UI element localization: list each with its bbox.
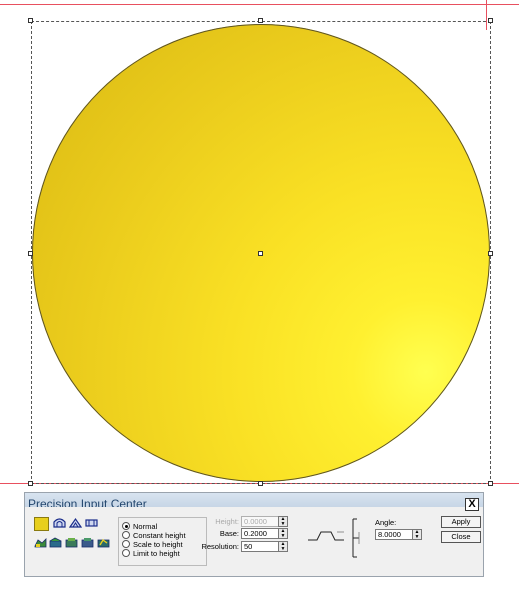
- resize-handle-top-right[interactable]: [488, 18, 493, 23]
- cross-section-profile-icon: [308, 531, 344, 541]
- angle-field[interactable]: 8.0000: [375, 529, 413, 540]
- height-scale-icon: [352, 518, 360, 558]
- replace-icon[interactable]: [97, 537, 110, 548]
- subtract-icon[interactable]: [81, 537, 94, 548]
- close-icon[interactable]: X: [465, 498, 479, 511]
- height-mode-group: Normal Constant height Scale to height L…: [118, 517, 207, 566]
- center-handle[interactable]: [258, 251, 263, 256]
- merge-high-icon[interactable]: [34, 537, 47, 548]
- mode-limit-to-height[interactable]: Limit to height: [122, 549, 180, 558]
- guide-line-top: [0, 4, 519, 5]
- radio-scale-to-height[interactable]: [122, 540, 130, 549]
- add-icon[interactable]: [65, 537, 78, 548]
- resolution-spinner[interactable]: ▲ ▼: [278, 541, 288, 552]
- angle-label: Angle:: [375, 518, 397, 527]
- angle-spinner[interactable]: ▲ ▼: [412, 529, 422, 540]
- color-swatch[interactable]: [34, 517, 49, 531]
- radio-constant-height[interactable]: [122, 531, 130, 540]
- panel-title: Precision Input Center: [28, 497, 147, 507]
- dome-icon[interactable]: [53, 517, 66, 528]
- base-spinner[interactable]: ▲ ▼: [278, 528, 288, 539]
- mode-normal[interactable]: Normal: [122, 522, 157, 531]
- radio-normal[interactable]: [122, 522, 130, 531]
- resize-handle-left[interactable]: [28, 251, 33, 256]
- resize-handle-bottom[interactable]: [258, 481, 263, 486]
- resize-handle-top[interactable]: [258, 18, 263, 23]
- precision-input-center-panel: Precision Input Center X Normal Constant…: [24, 492, 484, 577]
- panel-title-bar[interactable]: Precision Input Center: [25, 493, 483, 507]
- radio-limit-to-height[interactable]: [122, 549, 130, 558]
- resolution-field[interactable]: 50: [241, 541, 279, 552]
- resize-handle-bottom-right[interactable]: [488, 481, 493, 486]
- mode-scale-to-height[interactable]: Scale to height: [122, 540, 183, 549]
- base-label: Base:: [219, 529, 239, 538]
- resolution-label: Resolution:: [201, 542, 239, 551]
- base-field[interactable]: 0.2000: [241, 528, 279, 539]
- close-button[interactable]: Close: [441, 531, 481, 543]
- height-spinner[interactable]: ▲ ▼: [278, 516, 288, 527]
- merge-low-icon[interactable]: [49, 537, 62, 548]
- height-label: Height:: [215, 517, 239, 526]
- resize-handle-bottom-left[interactable]: [28, 481, 33, 486]
- apply-button[interactable]: Apply: [441, 516, 481, 528]
- mode-constant-height[interactable]: Constant height: [122, 531, 186, 540]
- resize-handle-top-left[interactable]: [28, 18, 33, 23]
- pyramid-icon[interactable]: [69, 517, 82, 528]
- resize-handle-right[interactable]: [488, 251, 493, 256]
- height-field[interactable]: 0.0000: [241, 516, 279, 527]
- plateau-icon[interactable]: [85, 517, 98, 528]
